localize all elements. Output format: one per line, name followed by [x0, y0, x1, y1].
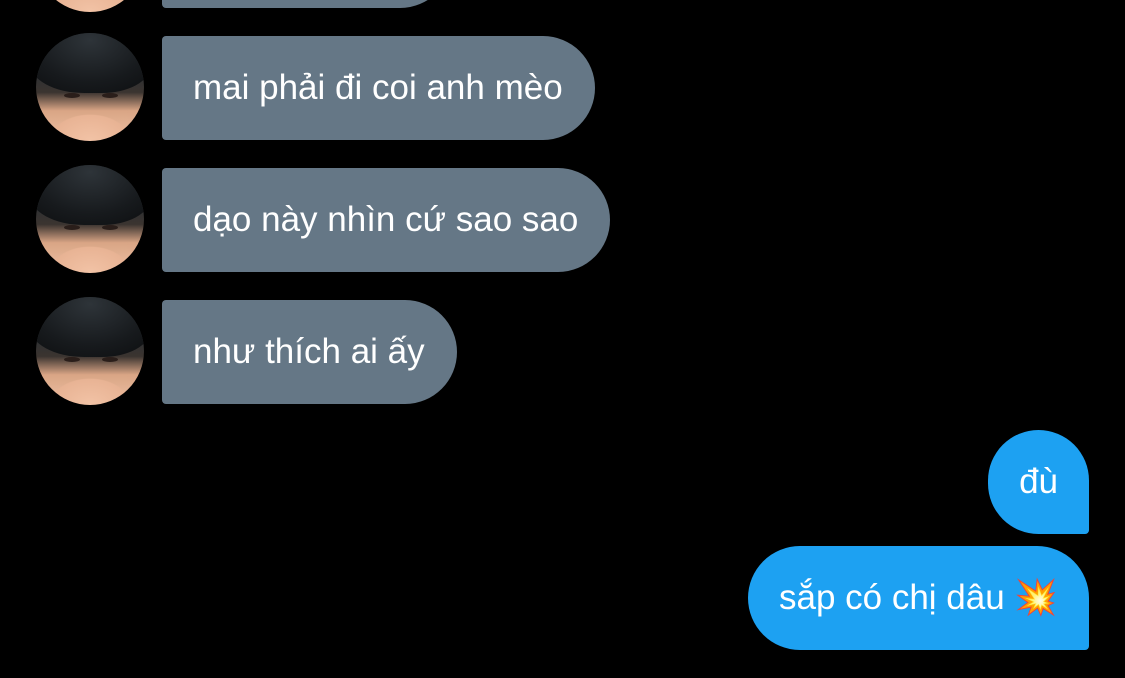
contact-avatar[interactable]: [36, 297, 144, 405]
message-text: mai phải đi coi anh mèo: [193, 68, 563, 107]
message-text: dạo này nhìn cứ sao sao: [193, 200, 579, 239]
incoming-message-bubble[interactable]: như thích ai ấy: [162, 300, 457, 404]
message-text: đù: [1019, 462, 1058, 501]
contact-avatar[interactable]: [36, 0, 144, 12]
contact-avatar[interactable]: [36, 165, 144, 273]
message-text: sắp có chị dâu 💥: [778, 578, 1058, 617]
incoming-message-bubble[interactable]: dạo này nhìn cứ sao sao: [162, 168, 611, 272]
incoming-message-bubble[interactable]: mai phải đi coi anh mèo: [162, 36, 595, 140]
contact-avatar[interactable]: [36, 33, 144, 141]
outgoing-message-bubble[interactable]: sắp có chị dâu 💥: [747, 546, 1089, 650]
message-text: như thích ai ấy: [193, 332, 425, 371]
incoming-message-bubble[interactable]: [162, 0, 452, 8]
chat-conversation: mai phải đi coi anh mèo dạo này nhìn cứ …: [0, 0, 1125, 678]
outgoing-message-bubble[interactable]: đù: [988, 430, 1089, 534]
